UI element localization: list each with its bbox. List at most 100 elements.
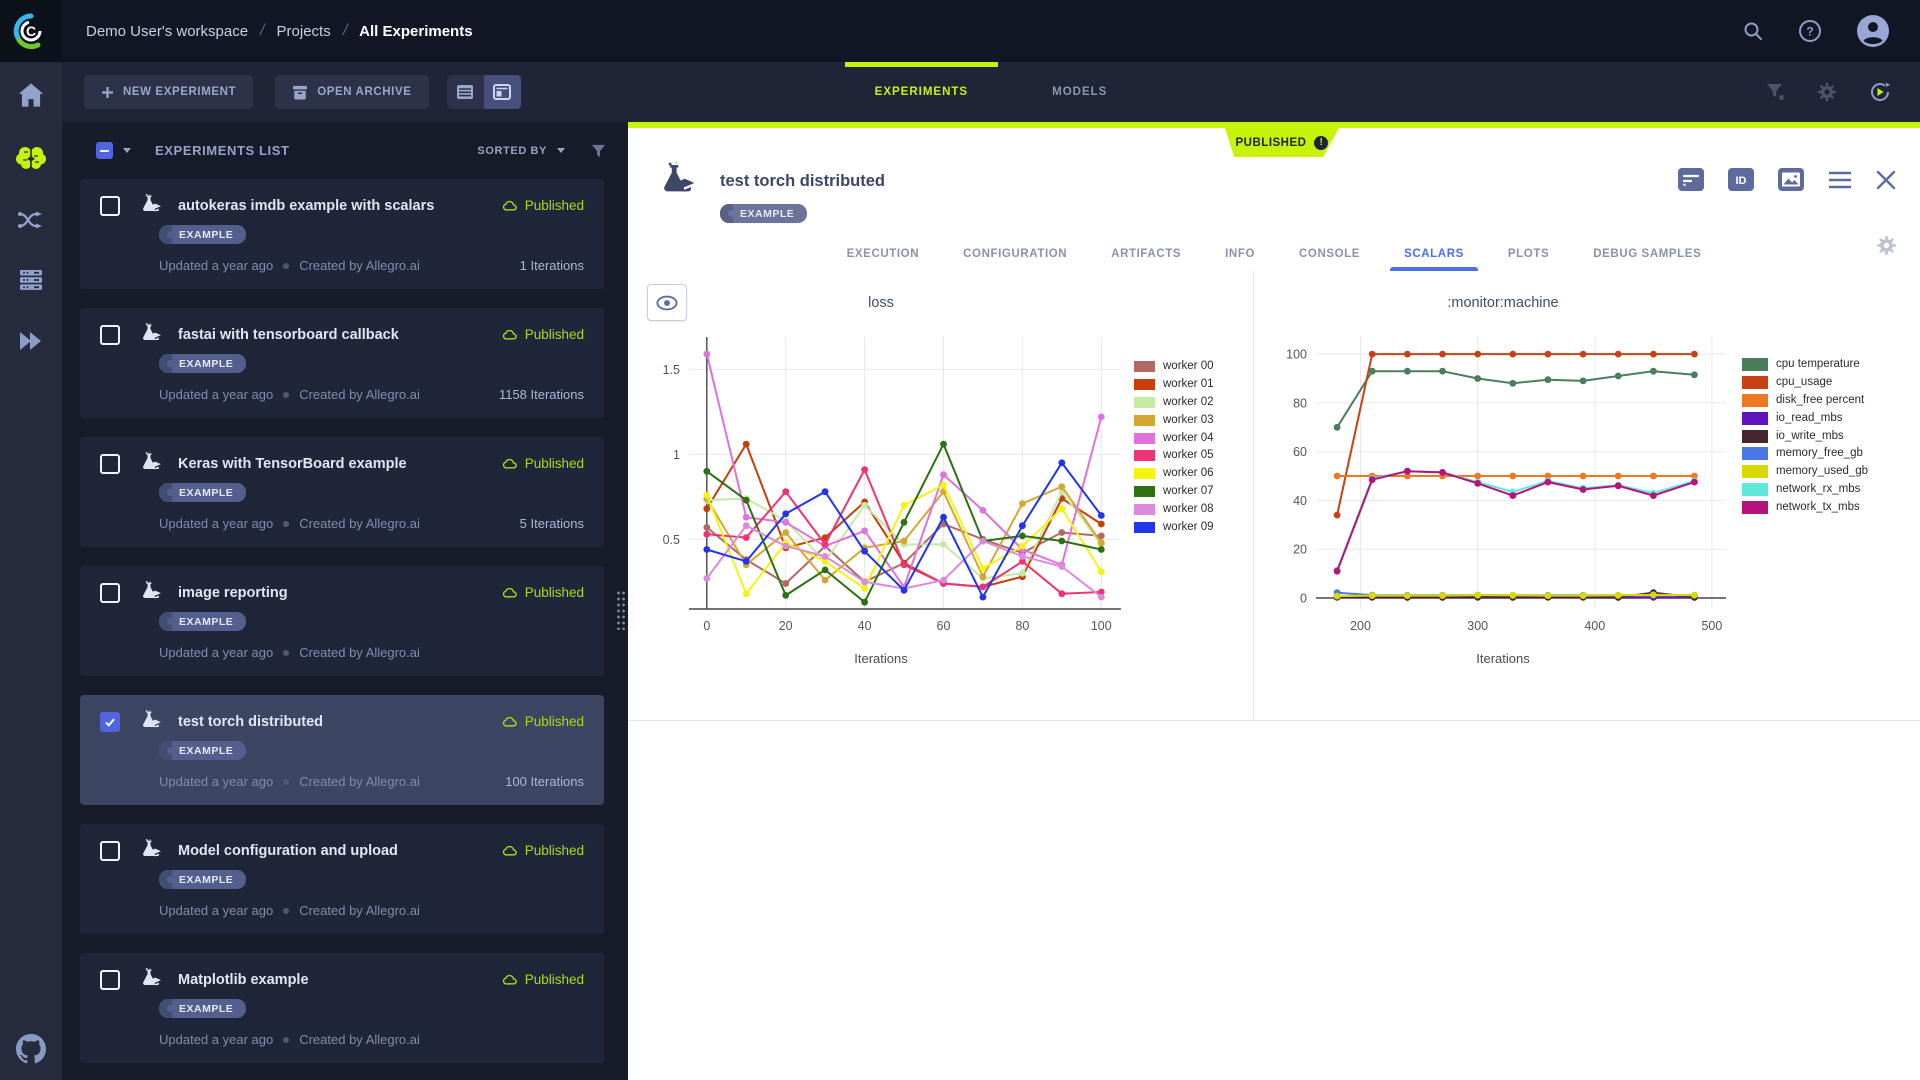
details-icon[interactable] — [1678, 168, 1704, 191]
experiment-card[interactable]: autokeras imdb example with scalarsPubli… — [80, 179, 604, 289]
legend-item-io_write_mbs[interactable]: io_write_mbs — [1742, 429, 1920, 443]
main-tab-experiments[interactable]: EXPERIMENTS — [845, 62, 998, 122]
experiment-card[interactable]: image reportingPublishedEXAMPLEUpdated a… — [80, 566, 604, 676]
legend-item-disk_free-percent[interactable]: disk_free percent — [1742, 393, 1920, 407]
detail-tab-info[interactable]: INFO — [1223, 236, 1257, 271]
legend-item-worker-00[interactable]: worker 00 — [1134, 359, 1252, 373]
experiment-checkbox[interactable] — [100, 325, 120, 345]
experiment-tag[interactable]: EXAMPLE — [159, 741, 246, 760]
clearml-logo[interactable]: C — [0, 0, 62, 62]
experiment-updated: Updated a year ago — [159, 1032, 273, 1047]
experiment-tag[interactable]: EXAMPLE — [159, 999, 246, 1018]
legend-item-worker-04[interactable]: worker 04 — [1134, 431, 1252, 445]
experiment-card[interactable]: test torch distributedPublishedEXAMPLEUp… — [80, 695, 604, 805]
experiment-tag[interactable]: EXAMPLE — [159, 870, 246, 889]
monitor-machine-chart-card: :monitor:machine 02040608010020030040050… — [1254, 271, 1920, 720]
legend-swatch — [1134, 450, 1155, 461]
auto-refresh-icon[interactable] — [1868, 80, 1892, 104]
graph-visibility-eye-button[interactable] — [647, 284, 687, 321]
legend-item-worker-09[interactable]: worker 09 — [1134, 520, 1252, 534]
close-icon[interactable] — [1876, 170, 1896, 190]
legend-item-worker-07[interactable]: worker 07 — [1134, 484, 1252, 498]
clear-filters-icon[interactable] — [1766, 83, 1786, 101]
select-all-checkbox[interactable] — [96, 142, 113, 159]
svg-text:C: C — [26, 23, 36, 39]
sorted-by-button[interactable]: SORTED BY — [477, 145, 565, 157]
detail-tab-configuration[interactable]: CONFIGURATION — [961, 236, 1069, 271]
legend-item-worker-02[interactable]: worker 02 — [1134, 395, 1252, 409]
menu-icon[interactable] — [1828, 171, 1852, 189]
detail-tab-console[interactable]: CONSOLE — [1297, 236, 1362, 271]
profile-avatar[interactable] — [1856, 14, 1890, 48]
search-icon[interactable] — [1742, 20, 1764, 42]
status-info-icon[interactable]: ! — [1314, 136, 1328, 150]
detail-tab-debug-samples[interactable]: DEBUG SAMPLES — [1591, 236, 1703, 271]
experiment-tag[interactable]: EXAMPLE — [159, 225, 246, 244]
panel-resize-handle[interactable] — [616, 590, 626, 630]
experiment-checkbox[interactable] — [100, 454, 120, 474]
experiments-list: autokeras imdb example with scalarsPubli… — [62, 179, 628, 1063]
monitor-machine-chart-plot[interactable]: 020406080100200300400500 — [1268, 317, 1738, 647]
experiment-title: fastai with tensorboard callback — [178, 327, 492, 343]
x-axis-label: Iterations — [1476, 651, 1529, 666]
queues-icon[interactable] — [16, 328, 46, 354]
loss-chart-plot[interactable]: 0.511.5020406080100 — [633, 317, 1129, 647]
legend-item-worker-08[interactable]: worker 08 — [1134, 502, 1252, 516]
experiment-checkbox[interactable] — [100, 841, 120, 861]
debug-image-icon[interactable] — [1778, 168, 1804, 191]
experiment-card[interactable]: Keras with TensorBoard examplePublishedE… — [80, 437, 604, 547]
scalars-settings-gear-icon[interactable] — [1875, 234, 1898, 257]
experiment-tag[interactable]: EXAMPLE — [159, 612, 246, 631]
experiment-iterations: 1158 Iterations — [499, 387, 584, 402]
detail-tab-scalars[interactable]: SCALARS — [1402, 236, 1466, 271]
pipelines-icon[interactable] — [17, 208, 45, 232]
experiment-title: autokeras imdb example with scalars — [178, 198, 492, 214]
detail-tabs: EXECUTION CONFIGURATION ARTIFACTS INFO CONSO… — [628, 236, 1920, 271]
experiment-detail-tag[interactable]: EXAMPLE — [720, 204, 807, 228]
settings-icon[interactable] — [1816, 81, 1838, 103]
experiment-tag[interactable]: EXAMPLE — [159, 483, 246, 502]
legend-item-cpu_usage[interactable]: cpu_usage — [1742, 375, 1920, 389]
home-icon[interactable] — [17, 82, 45, 108]
list-filter-icon[interactable] — [591, 144, 606, 158]
legend-swatch — [1134, 504, 1155, 515]
svg-text:80: 80 — [1015, 619, 1029, 633]
legend-item-cpu-temperature[interactable]: cpu temperature — [1742, 357, 1920, 371]
experiment-tag[interactable]: EXAMPLE — [159, 354, 246, 373]
experiment-card[interactable]: fastai with tensorboard callbackPublishe… — [80, 308, 604, 418]
main-tab-models[interactable]: MODELS — [1022, 62, 1137, 122]
projects-icon[interactable] — [15, 144, 47, 172]
legend-item-network_rx_mbs[interactable]: network_rx_mbs — [1742, 482, 1920, 496]
experiment-checkbox[interactable] — [100, 583, 120, 603]
detail-tab-plots[interactable]: PLOTS — [1506, 236, 1551, 271]
open-archive-button[interactable]: OPEN ARCHIVE — [275, 75, 428, 109]
workers-icon[interactable] — [17, 268, 45, 292]
legend-swatch — [1742, 394, 1768, 407]
experiment-checkbox[interactable] — [100, 712, 120, 732]
help-icon[interactable]: ? — [1798, 19, 1822, 43]
breadcrumb-projects[interactable]: Projects — [277, 23, 331, 40]
select-dropdown-caret-icon[interactable] — [123, 148, 131, 153]
legend-item-worker-06[interactable]: worker 06 — [1134, 466, 1252, 480]
breadcrumb-workspace[interactable]: Demo User's workspace — [86, 23, 248, 40]
legend-item-network_tx_mbs[interactable]: network_tx_mbs — [1742, 500, 1920, 514]
new-experiment-button[interactable]: NEW EXPERIMENT — [84, 75, 253, 109]
table-view-icon[interactable] — [447, 75, 484, 109]
id-icon[interactable]: ID — [1728, 168, 1754, 191]
legend-item-worker-05[interactable]: worker 05 — [1134, 448, 1252, 462]
experiment-checkbox[interactable] — [100, 196, 120, 216]
legend-item-memory_used_gb[interactable]: memory_used_gb — [1742, 464, 1920, 478]
detail-tab-artifacts[interactable]: ARTIFACTS — [1109, 236, 1183, 271]
experiment-card[interactable]: Model configuration and uploadPublishedE… — [80, 824, 604, 934]
detail-tab-execution[interactable]: EXECUTION — [845, 236, 922, 271]
experiment-checkbox[interactable] — [100, 970, 120, 990]
cloud-published-icon — [502, 845, 519, 857]
legend-item-worker-03[interactable]: worker 03 — [1134, 413, 1252, 427]
chart-title: loss — [868, 295, 894, 317]
legend-item-memory_free_gb[interactable]: memory_free_gb — [1742, 446, 1920, 460]
experiment-card[interactable]: Matplotlib examplePublishedEXAMPLEUpdate… — [80, 953, 604, 1063]
github-icon[interactable] — [16, 1034, 46, 1064]
legend-item-io_read_mbs[interactable]: io_read_mbs — [1742, 411, 1920, 425]
legend-item-worker-01[interactable]: worker 01 — [1134, 377, 1252, 391]
detail-view-icon[interactable] — [484, 75, 521, 109]
